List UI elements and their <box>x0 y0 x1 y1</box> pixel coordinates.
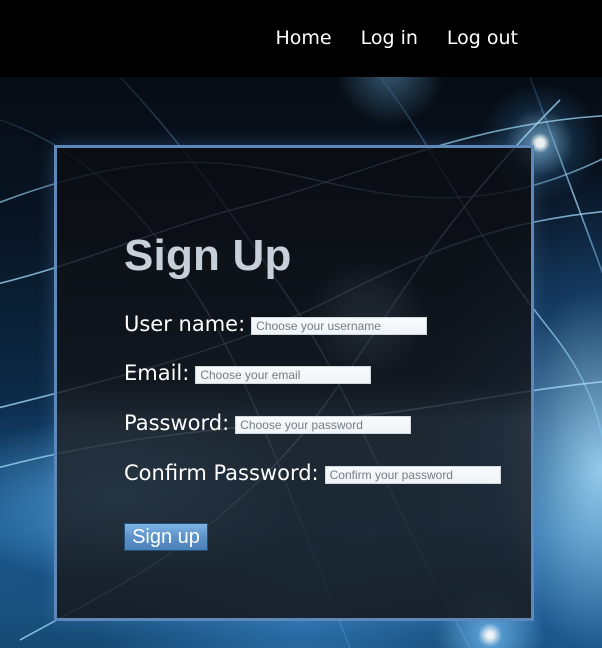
email-label: Email: <box>124 361 190 385</box>
top-navigation-bar: Home Log in Log out <box>0 0 602 77</box>
password-row: Password: <box>124 410 412 436</box>
confirm-password-row: Confirm Password: <box>124 460 501 486</box>
nav-login-link[interactable]: Log in <box>361 26 418 50</box>
email-row: Email: <box>124 360 372 386</box>
page-title: Sign Up <box>124 231 292 280</box>
confirm-password-label: Confirm Password: <box>124 461 319 485</box>
username-input[interactable] <box>251 317 428 335</box>
nav-logout-link[interactable]: Log out <box>447 26 518 50</box>
username-label: User name: <box>124 312 246 336</box>
signup-button[interactable]: Sign up <box>124 523 208 551</box>
password-input[interactable] <box>235 416 412 434</box>
main-nav: Home Log in Log out <box>276 26 519 50</box>
password-label: Password: <box>124 411 230 435</box>
confirm-password-input[interactable] <box>324 466 501 484</box>
nav-home-link[interactable]: Home <box>276 26 332 50</box>
email-input[interactable] <box>195 366 372 384</box>
username-row: User name: <box>124 311 428 337</box>
